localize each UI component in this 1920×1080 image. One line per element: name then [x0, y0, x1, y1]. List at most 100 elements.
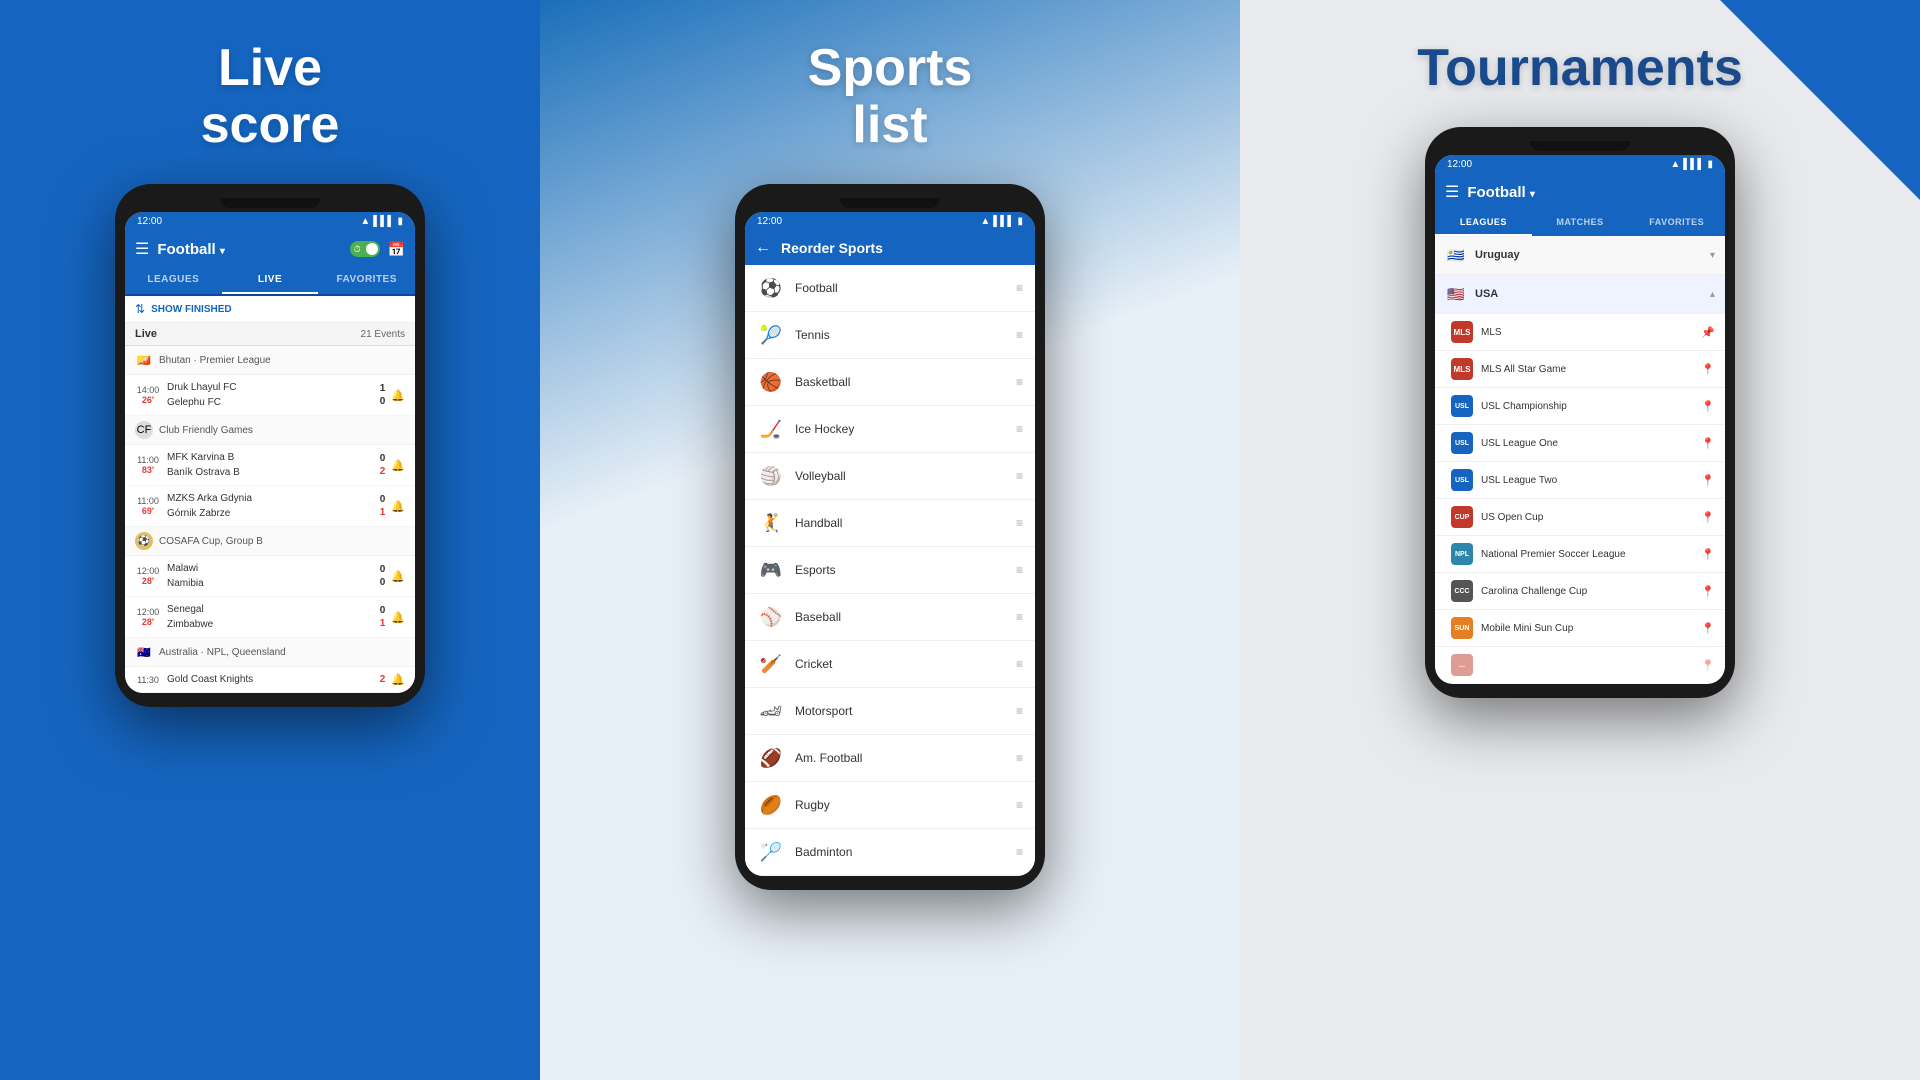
tab-leagues[interactable]: LEAGUES — [1435, 210, 1532, 236]
drag-handle-icon[interactable]: ≡ — [1016, 469, 1023, 483]
sport-item-tennis[interactable]: 🎾 Tennis ≡ — [745, 312, 1035, 359]
volleyball-icon: 🏐 — [757, 462, 785, 490]
tab-favorites[interactable]: FAVORITES — [1628, 210, 1725, 236]
bell-icon[interactable]: 🔔 — [391, 570, 405, 583]
tournaments-tabs: LEAGUES MATCHES FAVORITES — [1435, 210, 1725, 236]
drag-handle-icon[interactable]: ≡ — [1016, 422, 1023, 436]
badminton-icon: 🏸 — [757, 838, 785, 866]
country-row-uruguay[interactable]: 🇺🇾 Uruguay ▾ — [1435, 236, 1725, 275]
drag-handle-icon[interactable]: ≡ — [1016, 516, 1023, 530]
match-row[interactable]: 11:00 69' MZKS Arka Gdynia Górnik Zabrze… — [125, 486, 415, 527]
clock-icon: ⏱ — [354, 244, 361, 255]
pin-icon[interactable]: 📍 — [1701, 548, 1715, 561]
sport-item-rugby[interactable]: 🏉 Rugby ≡ — [745, 782, 1035, 829]
collapse-icon: ▴ — [1710, 289, 1715, 300]
sport-item-football[interactable]: ⚽ Football ≡ — [745, 265, 1035, 312]
sport-name: Ice Hockey — [795, 422, 1016, 436]
league-row-extra[interactable]: ... 📍 — [1435, 647, 1725, 684]
drag-handle-icon[interactable]: ≡ — [1016, 845, 1023, 859]
league-row-mls-allstar[interactable]: MLS MLS All Star Game 📍 — [1435, 351, 1725, 388]
match-row[interactable]: 14:00 26' Druk Lhayul FC Gelephu FC 1 0 … — [125, 375, 415, 416]
tab-live[interactable]: LIVE — [222, 267, 319, 294]
calendar-icon[interactable]: 📅 — [388, 241, 405, 258]
sport-item-am-football[interactable]: 🏈 Am. Football ≡ — [745, 735, 1035, 782]
am-football-icon: 🏈 — [757, 744, 785, 772]
left-section: Live score 12:00 ▲ ▌▌▌ ▮ ☰ Football ▾ — [0, 0, 540, 1080]
drag-handle-icon[interactable]: ≡ — [1016, 281, 1023, 295]
tab-leagues[interactable]: LEAGUES — [125, 267, 222, 294]
match-row[interactable]: 11:30 Gold Coast Knights 2 🔔 — [125, 667, 415, 693]
wifi-icon: ▲ — [980, 216, 990, 227]
expand-icon: ▾ — [1710, 250, 1715, 261]
battery-icon: ▮ — [1017, 216, 1023, 227]
league-row-sun-cup[interactable]: SUN Mobile Mini Sun Cup 📍 — [1435, 610, 1725, 647]
sun-cup-logo: SUN — [1451, 617, 1473, 639]
sport-selector[interactable]: Football ▾ — [157, 241, 341, 258]
match-row[interactable]: 12:00 28' Senegal Zimbabwe 0 1 🔔 — [125, 597, 415, 638]
league-name-usl-championship: USL Championship — [1481, 401, 1701, 412]
bell-icon[interactable]: 🔔 — [391, 500, 405, 513]
bell-icon[interactable]: 🔔 — [391, 389, 405, 402]
sport-item-basketball[interactable]: 🏀 Basketball ≡ — [745, 359, 1035, 406]
usl-league-one-logo: USL — [1451, 432, 1473, 454]
show-finished-bar: ⇅ SHOW FINISHED — [125, 296, 415, 323]
drag-handle-icon[interactable]: ≡ — [1016, 610, 1023, 624]
sport-item-badminton[interactable]: 🏸 Badminton ≡ — [745, 829, 1035, 876]
sport-item-volleyball[interactable]: 🏐 Volleyball ≡ — [745, 453, 1035, 500]
tab-favorites[interactable]: FAVORITES — [318, 267, 415, 294]
sport-name: Rugby — [795, 798, 1016, 812]
mid-phone-screen: 12:00 ▲ ▌▌▌ ▮ ← Reorder Sports ⚽ Footbal… — [745, 212, 1035, 876]
bell-icon[interactable]: 🔔 — [391, 611, 405, 624]
drag-handle-icon[interactable]: ≡ — [1016, 657, 1023, 671]
sport-item-esports[interactable]: 🎮 Esports ≡ — [745, 547, 1035, 594]
sport-item-motorsport[interactable]: 🏎 Motorsport ≡ — [745, 688, 1035, 735]
sports-list-title: Reorder Sports — [781, 240, 883, 256]
pin-icon[interactable]: 📍 — [1701, 437, 1715, 450]
pin-icon[interactable]: 📍 — [1701, 363, 1715, 376]
motorsport-icon: 🏎 — [757, 697, 785, 725]
drag-handle-icon[interactable]: ≡ — [1016, 798, 1023, 812]
back-button[interactable]: ← — [755, 239, 771, 257]
bell-icon[interactable]: 🔔 — [391, 459, 405, 472]
drag-handle-icon[interactable]: ≡ — [1016, 751, 1023, 765]
pin-icon[interactable]: 📍 — [1701, 659, 1715, 672]
drag-handle-icon[interactable]: ≡ — [1016, 704, 1023, 718]
drag-handle-icon[interactable]: ≡ — [1016, 375, 1023, 389]
drag-handle-icon[interactable]: ≡ — [1016, 328, 1023, 342]
tab-matches[interactable]: MATCHES — [1532, 210, 1629, 236]
league-row-carolina[interactable]: CCC Carolina Challenge Cup 📍 — [1435, 573, 1725, 610]
match-teams: Gold Coast Knights — [167, 672, 374, 687]
pin-icon[interactable]: 📍 — [1701, 400, 1715, 413]
drag-handle-icon[interactable]: ≡ — [1016, 563, 1023, 577]
league-row-usl-league-two[interactable]: USL USL League Two 📍 — [1435, 462, 1725, 499]
sport-item-ice-hockey[interactable]: 🏒 Ice Hockey ≡ — [745, 406, 1035, 453]
pin-icon[interactable]: 📍 — [1701, 511, 1715, 524]
live-toggle[interactable]: ⏱ — [350, 241, 380, 257]
match-row[interactable]: 12:00 28' Malawi Namibia 0 0 🔔 — [125, 556, 415, 597]
menu-icon[interactable]: ☰ — [1445, 182, 1459, 202]
pin-icon[interactable]: 📍 — [1701, 474, 1715, 487]
sport-item-baseball[interactable]: ⚾ Baseball ≡ — [745, 594, 1035, 641]
country-row-usa[interactable]: 🇺🇸 USA ▴ — [1435, 275, 1725, 314]
usa-flag: 🇺🇸 — [1445, 283, 1467, 305]
pin-icon[interactable]: 📍 — [1701, 585, 1715, 598]
sport-name: Esports — [795, 563, 1016, 577]
cosafa-flag: ⚽ — [135, 532, 153, 550]
league-row-mls[interactable]: MLS MLS 📌 — [1435, 314, 1725, 351]
match-scores: 2 — [380, 674, 386, 685]
league-row-npsl[interactable]: NPL National Premier Soccer League 📍 — [1435, 536, 1725, 573]
menu-icon[interactable]: ☰ — [135, 239, 149, 259]
pin-icon[interactable]: 📌 — [1701, 326, 1715, 339]
league-row-usl-championship[interactable]: USL USL Championship 📍 — [1435, 388, 1725, 425]
match-time: 11:30 — [135, 675, 161, 685]
league-row-usl-league-one[interactable]: USL USL League One 📍 — [1435, 425, 1725, 462]
sport-item-handball[interactable]: 🤾 Handball ≡ — [745, 500, 1035, 547]
show-finished-button[interactable]: SHOW FINISHED — [151, 304, 232, 315]
pin-icon[interactable]: 📍 — [1701, 622, 1715, 635]
sport-selector[interactable]: Football ▾ — [1467, 184, 1715, 201]
league-row-us-open-cup[interactable]: CUP US Open Cup 📍 — [1435, 499, 1725, 536]
match-teams: Malawi Namibia — [167, 561, 374, 591]
match-row[interactable]: 11:00 83' MFK Karvina B Baník Ostrava B … — [125, 445, 415, 486]
sport-item-cricket[interactable]: 🏏 Cricket ≡ — [745, 641, 1035, 688]
bell-icon[interactable]: 🔔 — [391, 673, 405, 686]
